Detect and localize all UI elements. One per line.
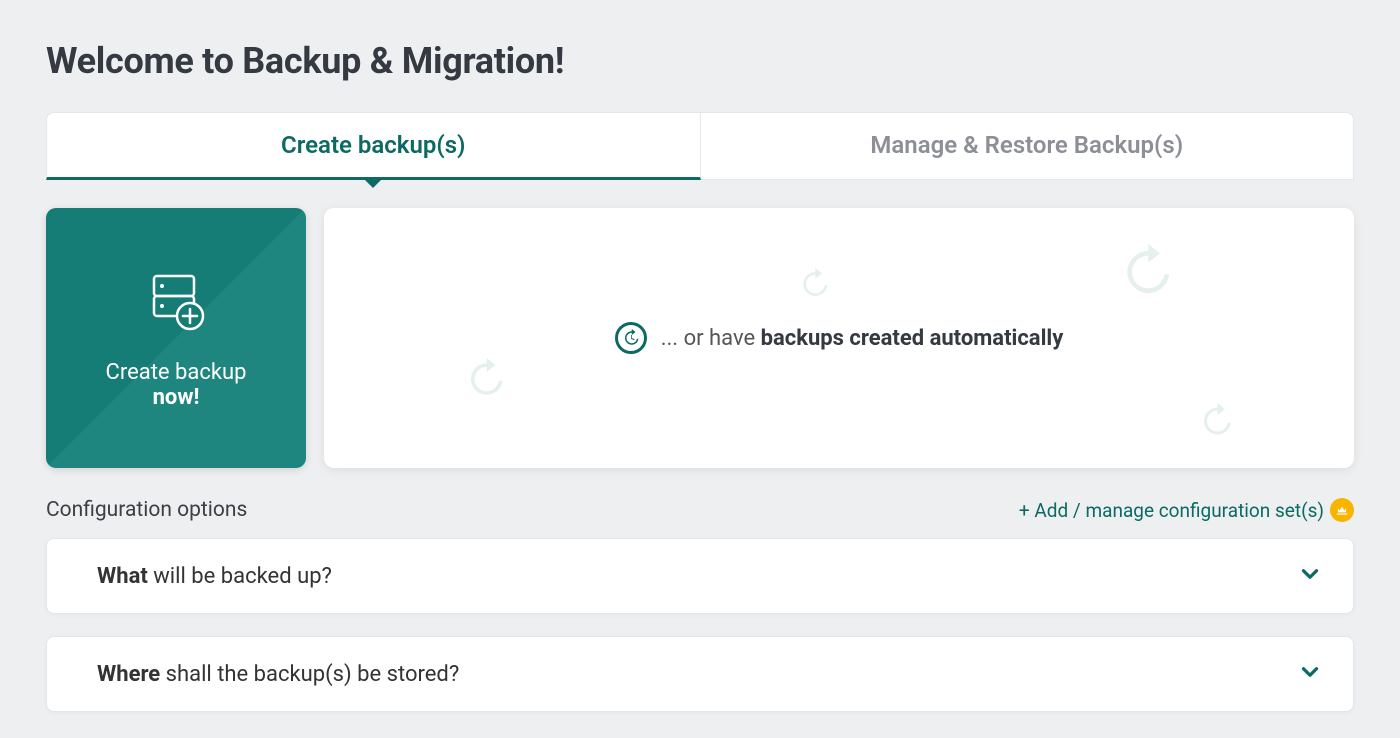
accordion-question: What will be backed up? — [97, 564, 332, 589]
chevron-down-icon — [1297, 561, 1323, 591]
accordion-where-text: shall the backup(s) be stored? — [160, 662, 459, 687]
create-backup-label-line1: Create backup — [106, 360, 247, 385]
accordion-where-bold: Where — [97, 662, 160, 687]
create-backup-label-line2: now! — [153, 385, 200, 410]
accordion-where-stored[interactable]: Where shall the backup(s) be stored? — [46, 636, 1354, 712]
tab-create-backups[interactable]: Create backup(s) — [46, 112, 701, 180]
auto-backup-text: ... or have backups created automaticall… — [661, 326, 1064, 351]
tab-manage-restore[interactable]: Manage & Restore Backup(s) — [701, 112, 1355, 180]
tab-bar: Create backup(s) Manage & Restore Backup… — [46, 112, 1354, 180]
configuration-options-label: Configuration options — [46, 498, 247, 522]
accordion-what-backed-up[interactable]: What will be backed up? — [46, 538, 1354, 614]
add-config-link-text: + Add / manage configuration set(s) — [1019, 499, 1324, 522]
history-icon — [464, 358, 506, 400]
crown-premium-icon — [1330, 498, 1354, 522]
auto-backup-prefix: ... or have — [661, 326, 761, 351]
create-backup-now-button[interactable]: Create backup now! — [46, 208, 306, 468]
auto-backup-card[interactable]: ... or have backups created automaticall… — [324, 208, 1354, 468]
accordion-what-text: will be backed up? — [148, 564, 332, 589]
auto-backup-strong: backups created automatically — [761, 326, 1064, 351]
history-icon — [1198, 403, 1234, 439]
accordion-question: Where shall the backup(s) be stored? — [97, 662, 459, 687]
chevron-down-icon — [1297, 659, 1323, 689]
history-icon — [798, 268, 830, 300]
history-icon — [1118, 244, 1174, 300]
add-manage-configuration-link[interactable]: + Add / manage configuration set(s) — [1019, 498, 1354, 522]
page-title: Welcome to Backup & Migration! — [46, 40, 1354, 82]
server-plus-icon — [140, 266, 212, 342]
accordion-what-bold: What — [97, 564, 148, 589]
history-icon — [615, 322, 647, 354]
